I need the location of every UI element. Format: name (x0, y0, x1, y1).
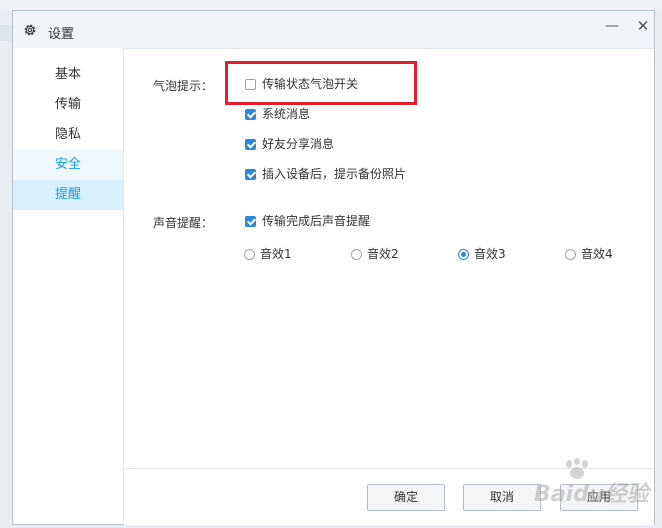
bubble-section-label: 气泡提示： (153, 79, 214, 93)
title-bar[interactable]: 设置 — ✕ (13, 11, 654, 49)
sound-effect-2-label: 音效2 (367, 247, 399, 261)
settings-dialog: 设置 — ✕ 基本 传输 隐私 安全 提醒 气泡提示： 传输状态气泡开关 系统消… (12, 10, 655, 525)
sound-effect-4[interactable]: 音效4 (565, 246, 613, 262)
sound-reminder-label: 传输完成后声音提醒 (262, 214, 371, 228)
sound-effect-3[interactable]: 音效3 (458, 246, 506, 262)
sound-effect-2[interactable]: 音效2 (351, 246, 399, 262)
option-backup-photos[interactable]: 插入设备后，提示备份照片 (245, 166, 406, 182)
sound-effect-4-label: 音效4 (581, 247, 613, 261)
sound-reminder-checkbox[interactable] (245, 216, 256, 227)
settings-sidebar: 基本 传输 隐私 安全 提醒 (13, 48, 124, 524)
background-strip (0, 0, 662, 10)
sidebar-item-privacy[interactable]: 隐私 (13, 120, 123, 150)
friend-share-label: 好友分享消息 (262, 137, 335, 151)
minimize-button[interactable]: — (603, 17, 621, 35)
sidebar-item-basic[interactable]: 基本 (13, 60, 123, 90)
sound-effect-1[interactable]: 音效1 (244, 246, 292, 262)
sound-effect-1-label: 音效1 (260, 247, 292, 261)
sound-effect-3-radio[interactable] (458, 249, 469, 260)
sound-section-label: 声音提醒： (153, 216, 214, 230)
system-message-checkbox[interactable] (245, 109, 256, 120)
background-panel (0, 25, 12, 41)
friend-share-checkbox[interactable] (245, 139, 256, 150)
sidebar-item-security[interactable]: 安全 (13, 150, 123, 180)
sound-effect-4-radio[interactable] (565, 249, 576, 260)
sidebar-item-transfer[interactable]: 传输 (13, 90, 123, 120)
option-sound-reminder[interactable]: 传输完成后声音提醒 (245, 213, 370, 229)
sound-effect-1-radio[interactable] (244, 249, 255, 260)
dialog-title: 设置 (48, 27, 75, 42)
close-button[interactable]: ✕ (634, 17, 652, 35)
annotation-highlight-box (225, 61, 417, 105)
backup-photos-checkbox[interactable] (245, 169, 256, 180)
option-system-message[interactable]: 系统消息 (245, 106, 310, 122)
backup-photos-label: 插入设备后，提示备份照片 (262, 167, 407, 181)
option-friend-share[interactable]: 好友分享消息 (245, 136, 334, 152)
settings-content: 气泡提示： 传输状态气泡开关 系统消息 好友分享消息 插入设备后，提示备份照片 … (124, 48, 654, 468)
ok-button[interactable]: 确定 (367, 484, 445, 511)
sidebar-item-reminder[interactable]: 提醒 (13, 180, 123, 210)
watermark-logo: Baidu经验 (534, 482, 649, 507)
system-message-label: 系统消息 (262, 107, 311, 121)
gear-icon (23, 23, 37, 37)
sound-effect-2-radio[interactable] (351, 249, 362, 260)
baidu-watermark: Baidu经验 (510, 458, 660, 522)
sound-effect-3-label: 音效3 (474, 247, 506, 261)
